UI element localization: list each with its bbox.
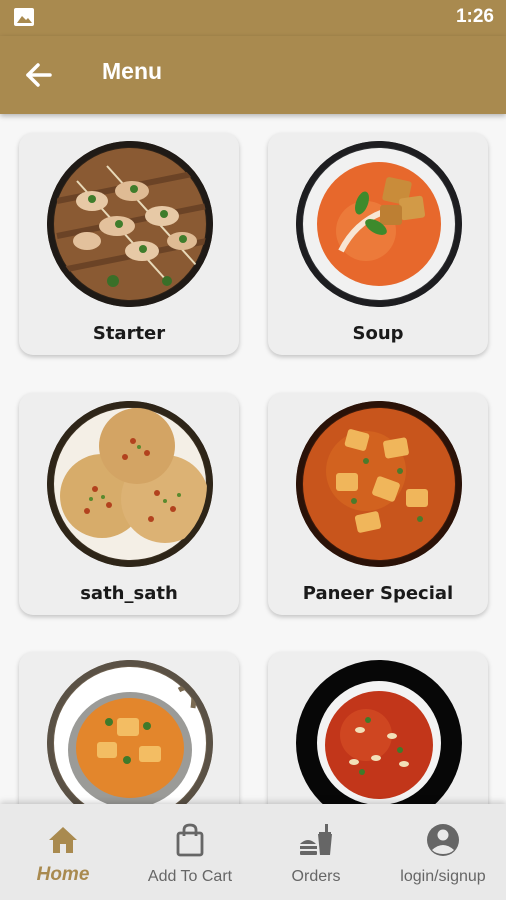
nav-label: Add To Cart — [147, 868, 233, 885]
menu-card-label: sath_sath — [80, 583, 178, 604]
menu-card-cashew-curry[interactable] — [268, 652, 488, 804]
shopping-bag-icon — [172, 822, 208, 858]
menu-card-starter[interactable]: Starter — [19, 133, 239, 355]
paneer-curry-photo — [296, 401, 462, 567]
menu-card-label: Starter — [92, 323, 166, 344]
nav-login-signup[interactable]: login/signup — [380, 804, 506, 900]
tomato-soup-photo — [296, 141, 462, 307]
home-icon — [45, 822, 81, 858]
gallery-icon — [14, 8, 34, 26]
food-orders-icon — [298, 822, 334, 858]
menu-card-sath-sath[interactable]: sath_sath — [19, 393, 239, 615]
nav-label: Home — [36, 864, 90, 885]
nav-add-to-cart[interactable]: Add To Cart — [127, 804, 253, 900]
nav-label: login/signup — [400, 868, 486, 885]
status-time: 1:26 — [455, 6, 494, 27]
arrow-back-icon[interactable] — [22, 58, 56, 92]
app-bar: Menu — [0, 36, 506, 114]
menu-card-paneer-kadai[interactable] — [19, 652, 239, 804]
nav-orders[interactable]: Orders — [253, 804, 379, 900]
starter-skewers-photo — [47, 141, 213, 307]
menu-card-label: Paneer Special — [302, 583, 454, 604]
paneer-kadai-photo — [47, 660, 213, 804]
bottom-navigation: Home Add To Cart Orders login/signup — [0, 804, 506, 900]
page-title: Menu — [102, 58, 163, 84]
menu-grid: Starter Soup sath_sath Paneer Special — [0, 114, 506, 804]
nav-label: Orders — [291, 868, 341, 885]
status-bar: 1:26 — [0, 0, 506, 36]
account-circle-icon — [425, 822, 461, 858]
menu-card-label: Soup — [352, 323, 404, 344]
nav-home[interactable]: Home — [0, 804, 126, 900]
menu-card-paneer-special[interactable]: Paneer Special — [268, 393, 488, 615]
menu-card-soup[interactable]: Soup — [268, 133, 488, 355]
cashew-curry-photo — [296, 660, 462, 804]
masala-papad-photo — [47, 401, 213, 567]
